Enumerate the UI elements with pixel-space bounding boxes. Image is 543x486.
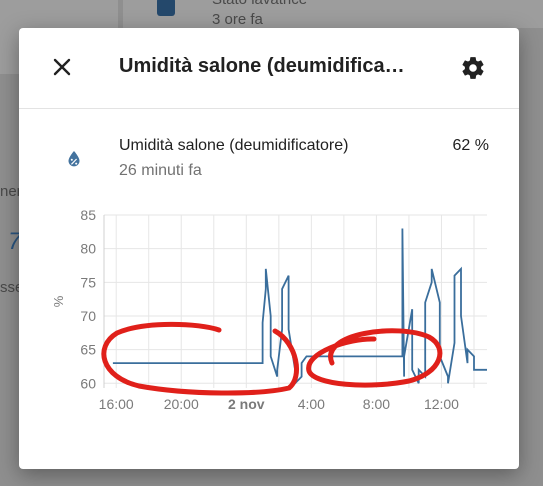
x-tick-label: 8:00 <box>363 396 390 412</box>
washing-machine-icon <box>157 0 175 16</box>
dialog-title: Umidità salone (deumidifica… <box>119 55 405 77</box>
y-tick-label: 80 <box>80 241 96 257</box>
entity-row[interactable]: Umidità salone (deumidificatore) 26 minu… <box>19 128 519 188</box>
chart-series <box>112 228 487 386</box>
close-button[interactable] <box>50 55 76 81</box>
annotation-circle-right <box>306 328 443 388</box>
x-tick-label: 16:00 <box>99 396 134 412</box>
y-axis-label: % <box>51 295 66 307</box>
y-tick-label: 85 <box>80 207 96 223</box>
water-percent-icon <box>68 150 80 167</box>
x-tick-label: 20:00 <box>164 396 199 412</box>
settings-button[interactable] <box>460 55 486 81</box>
x-tick-label: 2 nov <box>228 396 265 412</box>
x-tick-label: 4:00 <box>298 396 325 412</box>
annotation-circle-left <box>101 321 299 396</box>
y-tick-label: 75 <box>80 274 96 290</box>
entity-state: 62 % <box>452 137 489 154</box>
gear-icon <box>462 57 484 79</box>
background-card-title: Stato lavatrice <box>212 0 307 8</box>
dialog-header: Umidità salone (deumidifica… <box>19 28 519 109</box>
y-tick-label: 60 <box>80 375 96 391</box>
x-tick-label: 12:00 <box>424 396 459 412</box>
y-tick-label: 70 <box>80 308 96 324</box>
history-chart[interactable]: 85 80 75 70 65 6016:00 20:00 2 nov 4:00 8:00 12:00… <box>49 203 494 423</box>
close-icon <box>53 58 71 76</box>
y-tick-label: 65 <box>80 342 96 358</box>
entity-last-changed: 26 minuti fa <box>119 162 202 179</box>
background-card-right <box>123 0 543 28</box>
series-line <box>112 228 487 386</box>
entity-name: Umidità salone (deumidificatore) <box>119 137 349 154</box>
background-card-time: 3 ore fa <box>212 11 263 28</box>
more-info-dialog: Umidità salone (deumidifica… Umidità sal… <box>19 28 519 469</box>
